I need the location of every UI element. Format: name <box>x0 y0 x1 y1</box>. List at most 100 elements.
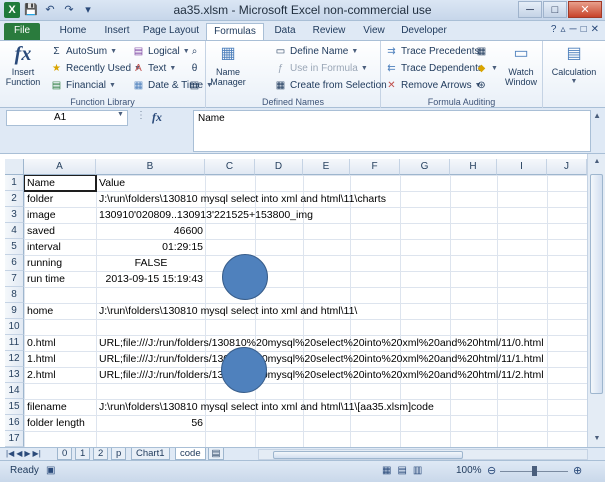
cell-b11[interactable]: URL;file:///J:/run/folders/130810%20mysq… <box>99 335 544 352</box>
macro-record-icon[interactable]: ▣ <box>46 465 55 476</box>
row-header-14[interactable]: 14 <box>5 383 24 399</box>
cell-a13[interactable]: 2.html <box>27 367 56 384</box>
sheet-tab-1[interactable]: 1 <box>75 448 91 460</box>
use-in-formula-button[interactable]: ƒ Use in Formula ▼ <box>274 61 368 76</box>
scroll-up-icon[interactable]: ▲ <box>591 156 603 168</box>
evaluate-formula-button[interactable]: ⊛ <box>475 78 488 93</box>
zoom-out-icon[interactable]: ⊖ <box>487 464 496 477</box>
vertical-scrollbar[interactable]: ▲ ▼ <box>587 154 605 447</box>
row-header-15[interactable]: 15 <box>5 399 24 415</box>
cell-area[interactable]: Name Value folder J:\run\folders\130810 … <box>24 175 587 447</box>
autosum-button[interactable]: Σ AutoSum ▼ <box>50 44 117 59</box>
page-layout-view-icon[interactable]: ▤ <box>397 465 406 476</box>
trace-dependents-button[interactable]: ⇇ Trace Dependents <box>385 61 483 76</box>
insert-function-button[interactable]: fx Insert Function <box>4 43 42 87</box>
previous-sheet-icon[interactable]: ◀ <box>16 448 22 460</box>
minimize-ribbon-icon[interactable]: ▵ <box>560 24 565 35</box>
row-header-6[interactable]: 6 <box>5 255 24 271</box>
zoom-slider-thumb[interactable] <box>532 466 537 476</box>
cell-b12[interactable]: URL;file:///J:/run/folders/130810%20mysq… <box>99 351 544 368</box>
row-header-12[interactable]: 12 <box>5 351 24 367</box>
chevron-down-icon[interactable]: ▼ <box>117 111 124 118</box>
column-header-h[interactable]: H <box>450 159 497 175</box>
horizontal-scroll-thumb[interactable] <box>273 451 463 459</box>
workbook-close-icon[interactable]: ✕ <box>591 24 599 35</box>
row-header-1[interactable]: 1 <box>5 175 24 191</box>
scroll-down-icon[interactable]: ▼ <box>591 433 603 445</box>
math-trig-button[interactable]: θ <box>188 61 201 76</box>
sheet-tab-chart1[interactable]: Chart1 <box>131 448 170 460</box>
column-header-i[interactable]: I <box>497 159 547 175</box>
horizontal-scrollbar[interactable] <box>258 449 588 460</box>
cell-b6[interactable]: FALSE <box>97 255 205 272</box>
cell-b2[interactable]: J:\run\folders\130810 mysql select into … <box>99 191 386 208</box>
column-header-e[interactable]: E <box>303 159 350 175</box>
lookup-reference-button[interactable]: ⌕ <box>188 44 201 59</box>
trace-precedents-button[interactable]: ⇉ Trace Precedents <box>385 44 479 59</box>
insert-sheet-icon[interactable]: ▤ <box>208 448 224 460</box>
select-all-button[interactable] <box>5 159 24 175</box>
cell-b13[interactable]: URL;file:///J:/run/folders/130810%20mysq… <box>99 367 544 384</box>
tab-insert[interactable]: Insert <box>98 23 136 40</box>
row-header-11[interactable]: 11 <box>5 335 24 351</box>
cell-b15[interactable]: J:\run\folders\130810 mysql select into … <box>99 399 434 416</box>
cell-a15[interactable]: filename <box>27 399 67 416</box>
close-button[interactable]: ✕ <box>568 1 602 18</box>
column-header-g[interactable]: G <box>400 159 450 175</box>
zoom-level[interactable]: 100% <box>456 465 482 476</box>
last-sheet-icon[interactable]: ▶| <box>33 448 41 460</box>
recently-used-button[interactable]: ★ Recently Used ▼ <box>50 61 141 76</box>
cell-b7[interactable]: 2013-09-15 15:19:43 <box>97 271 204 288</box>
row-header-5[interactable]: 5 <box>5 239 24 255</box>
logical-button[interactable]: ▤ Logical ▼ <box>132 44 190 59</box>
name-manager-button[interactable]: ▦ Name Manager <box>210 43 246 87</box>
row-header-10[interactable]: 10 <box>5 319 24 335</box>
cell-a5[interactable]: interval <box>27 239 61 256</box>
vertical-scroll-thumb[interactable] <box>590 174 603 394</box>
workbook-minimize-icon[interactable]: ─ <box>569 24 576 35</box>
column-header-a[interactable]: A <box>24 159 96 175</box>
column-header-j[interactable]: J <box>547 159 587 175</box>
tab-page-layout[interactable]: Page Layout <box>138 23 204 40</box>
cell-b3[interactable]: 130910'020809..130913'221525+153800_img <box>99 207 313 224</box>
more-functions-button[interactable]: ▤ <box>188 78 201 93</box>
row-header-3[interactable]: 3 <box>5 207 24 223</box>
cell-a3[interactable]: image <box>27 207 56 224</box>
column-header-c[interactable]: C <box>205 159 255 175</box>
cell-a1[interactable]: Name <box>27 175 55 192</box>
sheet-tab-2[interactable]: 2 <box>93 448 109 460</box>
financial-button[interactable]: ▤ Financial ▼ <box>50 78 116 93</box>
define-name-button[interactable]: ▭ Define Name ▼ <box>274 44 359 59</box>
sheet-tab-p[interactable]: p <box>111 448 127 460</box>
tab-file[interactable]: File <box>4 23 40 40</box>
row-header-16[interactable]: 16 <box>5 415 24 431</box>
workbook-restore-icon[interactable]: □ <box>581 24 587 35</box>
tab-review[interactable]: Review <box>306 23 352 40</box>
next-sheet-icon[interactable]: ▶ <box>24 448 30 460</box>
tab-view[interactable]: View <box>356 23 392 40</box>
cell-a7[interactable]: run time <box>27 271 65 288</box>
row-header-7[interactable]: 7 <box>5 271 24 287</box>
cell-b4[interactable]: 46600 <box>97 223 203 240</box>
watch-window-button[interactable]: ▭ Watch Window <box>501 43 541 87</box>
row-header-2[interactable]: 2 <box>5 191 24 207</box>
cell-a9[interactable]: home <box>27 303 53 320</box>
column-header-f[interactable]: F <box>350 159 400 175</box>
column-header-b[interactable]: B <box>96 159 205 175</box>
circle-shape[interactable] <box>221 347 267 393</box>
sheet-tab-0[interactable]: 0 <box>57 448 73 460</box>
tab-formulas[interactable]: Formulas <box>206 23 264 40</box>
remove-arrows-button[interactable]: ✕ Remove Arrows ▼ <box>385 78 481 93</box>
cell-b16[interactable]: 56 <box>97 415 203 432</box>
cell-a6[interactable]: running <box>27 255 62 272</box>
normal-view-icon[interactable]: ▦ <box>382 465 391 476</box>
expand-formula-bar-icon[interactable]: ▲ <box>593 111 601 120</box>
cell-b1[interactable]: Value <box>99 175 125 192</box>
row-header-9[interactable]: 9 <box>5 303 24 319</box>
column-header-d[interactable]: D <box>255 159 303 175</box>
sheet-tab-code[interactable]: code <box>175 448 206 460</box>
text-button[interactable]: A Text ▼ <box>132 61 176 76</box>
help-icon[interactable]: ? <box>551 24 557 35</box>
create-from-selection-button[interactable]: ▦ Create from Selection <box>274 78 387 93</box>
insert-function-fx-button[interactable]: fx <box>152 110 162 125</box>
